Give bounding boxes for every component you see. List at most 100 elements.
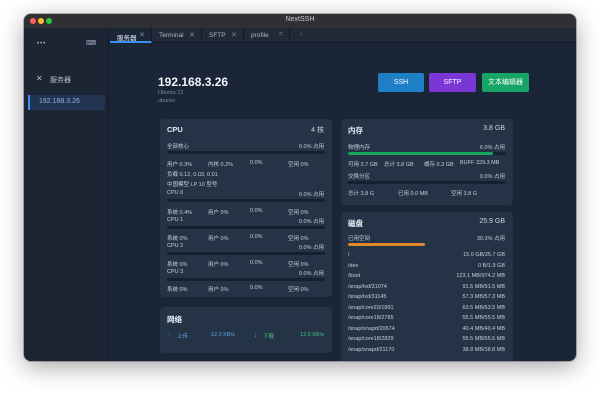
memory-detail: 缓存 0.3 GB [424, 162, 454, 168]
close-icon[interactable]: ✕ [189, 31, 195, 39]
memory-detail: 可用 3.7 GB [348, 162, 378, 168]
cpu-core-label: CPU 3 [167, 269, 184, 275]
tab-scroll-icon[interactable]: › [300, 31, 302, 38]
server-icon: ✕ [36, 74, 43, 83]
cpu-core-pct: 0.0% 占用 [298, 192, 324, 198]
cpu-stat: 0.0% [250, 160, 263, 166]
cpu-core-pct: 0.0% 占用 [298, 245, 324, 251]
cpu-stat: 空闲 0% [288, 162, 309, 168]
close-icon[interactable]: < [279, 31, 283, 38]
cpu-stat: 空闲 0% [288, 210, 309, 216]
cpu-card: CPU 4 核 全部核心 0.0% 占用 用户 0.3% 内核 0.2% 0.0… [160, 119, 332, 297]
disk-card: 磁盘 25.9 GB 已用空间 30.3% 占用 / 15.0 GB/25.7 G… [341, 212, 513, 361]
disk-total: 25.9 GB [479, 218, 505, 225]
cpu-stat: 系统 0% [167, 236, 188, 242]
cpu-core-bar [167, 278, 325, 281]
mount-usage: 15.0 GB/25.7 GB [463, 252, 505, 258]
disk-title: 磁盘 [348, 219, 363, 228]
mount-usage: 63.5 MB/63.5 MB [462, 304, 506, 311]
memory-detail: BUFF 329.3 MB [460, 160, 500, 166]
cpu-core-label: CPU 0 [167, 190, 184, 196]
tab-terminal[interactable]: Terminal ✕ [152, 28, 202, 43]
cpu-stat: 0.0% [250, 260, 263, 266]
swap-bar [348, 181, 506, 184]
disk-used-pct: 30.3% 占用 [476, 236, 505, 242]
sftp-button[interactable]: SFTP [429, 73, 476, 92]
cpu-model: 中国模型 LP 10 型号 [167, 182, 218, 188]
host-title: 192.168.3.26 [158, 75, 229, 89]
cpu-load: 负载 0.12, 0.03, 0.01 [167, 172, 218, 178]
host-os: Ubuntu 22 [158, 90, 184, 96]
cpu-stat: 用户 0% [208, 236, 229, 242]
mount-usage: 40.4 MB/40.4 MB [462, 325, 506, 332]
add-server-icon[interactable]: ⌨ [86, 39, 96, 47]
cpu-stat: 系统 0% [167, 287, 188, 293]
mount-path: /boot [348, 273, 361, 279]
cpu-stat: 用户 0% [208, 210, 229, 216]
tab-profile[interactable]: profile < [244, 28, 290, 43]
cpu-core-label: CPU 1 [167, 217, 184, 223]
sidebar-header: ••• ⌨ [24, 38, 109, 50]
cpu-core-bar [167, 199, 325, 202]
tab-servers[interactable]: 服务器 ✕ [110, 28, 152, 43]
cpu-stat: 内核 0.2% [208, 162, 234, 168]
cpu-total-bar [167, 151, 325, 154]
host-user: ubuntu [158, 98, 175, 104]
memory-bar [348, 152, 506, 155]
tab-sftp[interactable]: SFTP ✕ [202, 28, 244, 43]
tab-label: profile [251, 32, 269, 39]
cpu-stat: 用户 0% [208, 262, 229, 268]
cpu-stat: 空闲 0% [288, 262, 309, 268]
mount-path: /snap/core18/2785 [348, 315, 394, 321]
mount-path: /snap/snapd/21170 [348, 346, 395, 353]
swap-label: 交换分区 [348, 174, 371, 180]
disk-bar [348, 243, 506, 246]
mount-usage: 55.5 MB/55.5 MB [462, 315, 506, 321]
memory-total: 3.8 GB [483, 125, 505, 132]
memory-bar-fill [348, 152, 494, 155]
cpu-cores: 4 核 [311, 127, 324, 134]
network-card: 网络 ↑ 上传 12.3 KB/s ↓ 下载 12.6 KB/s [160, 307, 332, 353]
memory-used-pct: 6.0% 占用 [479, 145, 505, 151]
cpu-stat: 0.0% [250, 208, 263, 214]
sidebar-item-host[interactable]: 192.168.3.26 [28, 95, 105, 110]
memory-title: 内存 [348, 126, 363, 135]
mount-usage: 38.8 MB/38.8 MB [462, 346, 506, 353]
mount-usage: 0 B/1.9 GB [478, 262, 505, 269]
swap-detail: 总计 3.8 G [348, 191, 374, 197]
memory-used-label: 物理内存 [348, 145, 371, 151]
swap-pct: 0.0% 占用 [479, 174, 505, 180]
cpu-total-pct: 0.0% 占用 [298, 144, 324, 150]
main-panel: 192.168.3.26 Ubuntu 22 ubuntu SSH SFTP 文… [110, 44, 576, 361]
ssh-button[interactable]: SSH [378, 73, 424, 92]
mount-path: /snap/core20/1891 [348, 304, 394, 311]
cpu-stat: 0.0% [250, 234, 263, 240]
window-title: NextSSH [285, 16, 315, 23]
cpu-core-bar [167, 226, 325, 229]
mount-path: /snap/core18/2829 [348, 336, 394, 342]
sidebar-item-servers[interactable]: ✕ 服务器 [28, 72, 105, 87]
mount-path: /snap/lxd/31074 [348, 283, 387, 290]
cpu-core-pct: 0.0% 占用 [298, 219, 324, 225]
download-label: 下载 [263, 334, 275, 340]
memory-card: 内存 3.8 GB 物理内存 6.0% 占用 可用 3.7 GB 总计 3.8 … [341, 119, 513, 205]
disk-used-label: 已用空间 [348, 236, 371, 242]
tab-label: Terminal [159, 32, 184, 39]
memory-detail: 总计 3.8 GB [384, 162, 414, 168]
upload-icon: ↑ [168, 332, 172, 339]
mount-usage: 123.1 MB/974.2 MB [456, 273, 505, 279]
app-window: NextSSH ••• ⌨ ✕ 服务器 192.168.3.26 服务器 ✕ T… [24, 14, 576, 361]
download-rate: 12.6 KB/s [300, 332, 324, 338]
cpu-stat: 用户 0% [208, 287, 229, 293]
tab-label: 服务器 [117, 35, 137, 42]
tab-bar: 服务器 ✕ Terminal ✕ SFTP ✕ profile < › [110, 28, 576, 43]
close-icon[interactable]: ✕ [231, 31, 237, 39]
cpu-stat: 0.0% [250, 285, 263, 291]
cpu-stat: 系统 0.4% [167, 210, 193, 216]
more-menu-icon[interactable]: ••• [37, 41, 46, 47]
upload-rate: 12.3 KB/s [211, 332, 235, 338]
download-icon: ↓ [254, 332, 258, 339]
text-editor-button[interactable]: 文本编辑器 [482, 73, 529, 92]
close-icon[interactable]: ✕ [139, 31, 145, 39]
cpu-total-label: 全部核心 [167, 144, 190, 150]
